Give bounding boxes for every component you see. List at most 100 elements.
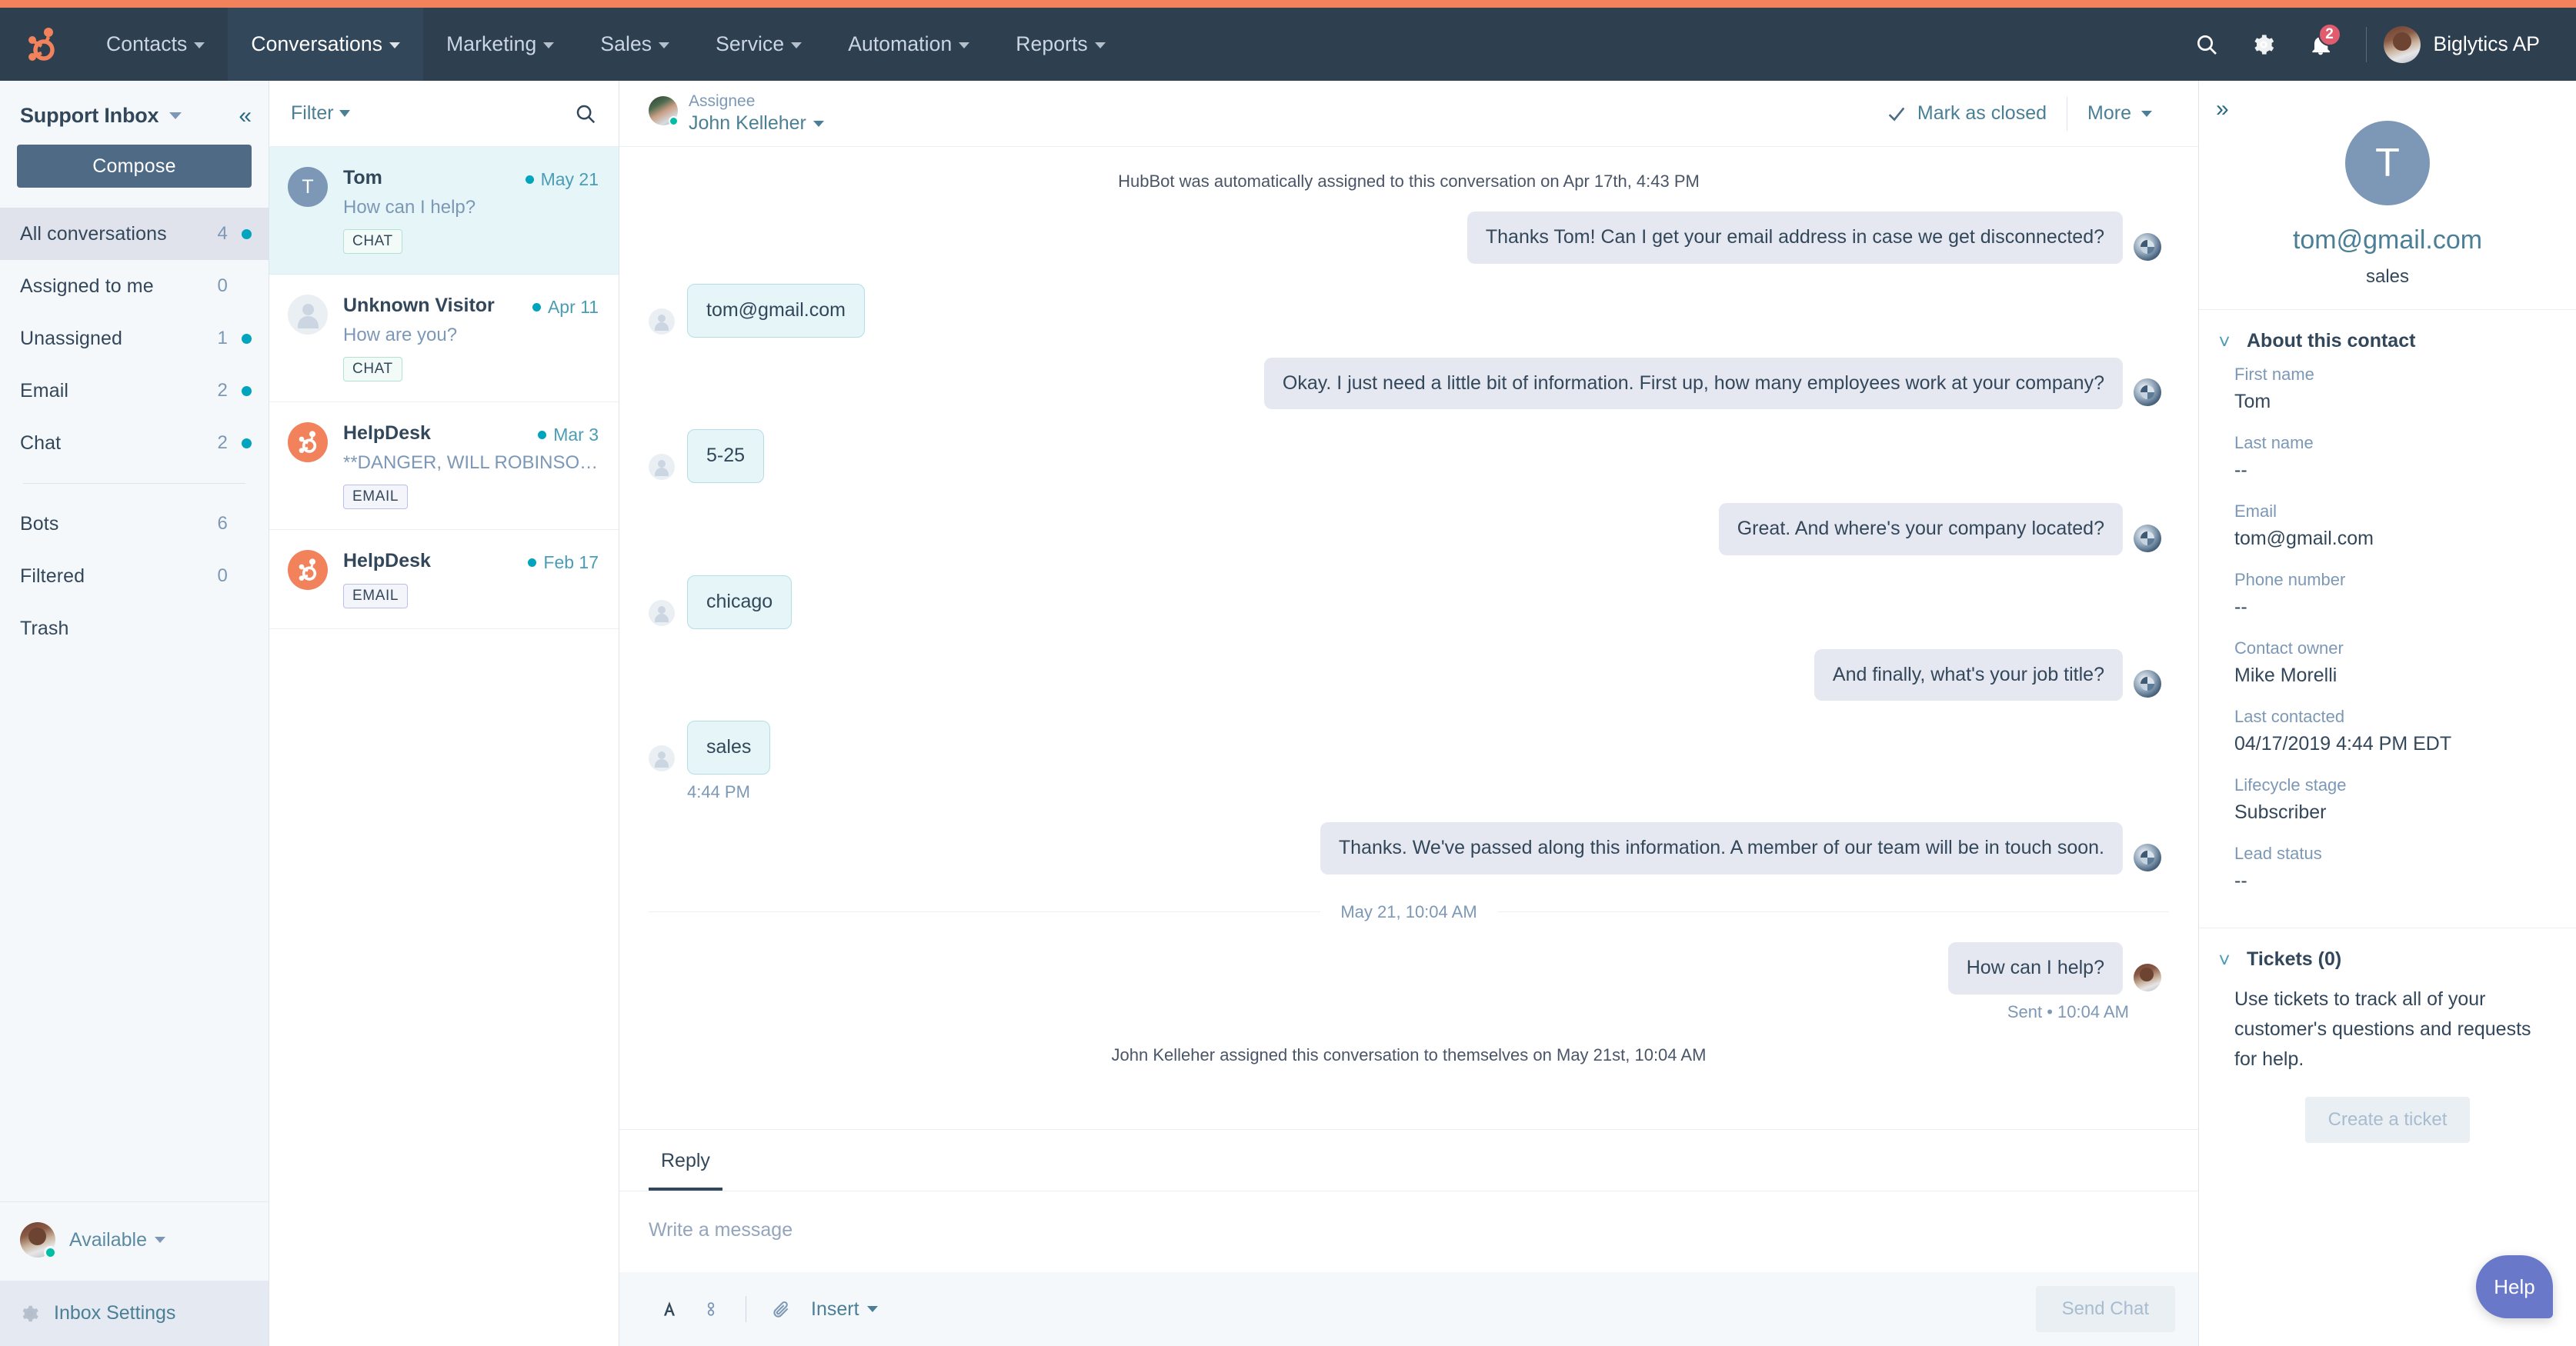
- thread-messages: HubBot was automatically assigned to thi…: [619, 147, 2198, 1129]
- search-icon[interactable]: [574, 102, 597, 125]
- list-item[interactable]: T Tom May 21 How can I help? CHAT: [269, 147, 619, 275]
- field-label: Last name: [2234, 433, 2314, 452]
- assignee-caption: Assignee: [689, 92, 756, 110]
- chevron-down-icon[interactable]: ˅: [2216, 332, 2233, 351]
- hubspot-sprocket-logo-icon: [299, 431, 317, 453]
- insert-dropdown[interactable]: Insert: [802, 1298, 878, 1321]
- sidebar-item-filtered[interactable]: Filtered 0: [0, 550, 269, 602]
- list-item[interactable]: Unknown Visitor Apr 11 How are you? CHAT: [269, 275, 619, 402]
- nav-item-label: Sales: [600, 32, 652, 55]
- assignee-name-wrap[interactable]: John Kelleher: [689, 112, 824, 135]
- create-ticket-button[interactable]: Create a ticket: [2304, 1097, 2471, 1144]
- visitor-avatar: [649, 454, 675, 480]
- conversation-thread-panel: Assignee John Kelleher Mark as closed Mo…: [619, 81, 2199, 1346]
- sidebar-item-email[interactable]: Email 2: [0, 365, 269, 417]
- conversation-list-header: Filter: [269, 81, 619, 147]
- assignee-selector[interactable]: Assignee John Kelleher: [649, 92, 824, 136]
- channel-tag: CHAT: [343, 229, 402, 254]
- field-value[interactable]: Mike Morelli: [2234, 665, 2550, 687]
- bot-avatar: [2134, 232, 2161, 261]
- contact-header: » T tom@gmail.com sales: [2199, 81, 2576, 288]
- account-menu[interactable]: Biglytics AP: [2383, 25, 2547, 63]
- nav-item-contacts[interactable]: Contacts: [83, 8, 228, 81]
- search-icon[interactable]: [2178, 8, 2235, 81]
- nav-item-label: Conversations: [251, 32, 383, 55]
- visitor-avatar: [649, 745, 675, 771]
- nav-item-reports[interactable]: Reports: [993, 8, 1129, 81]
- collapse-sidebar-icon[interactable]: «: [239, 104, 252, 128]
- sidebar-item-chat[interactable]: Chat 2: [0, 417, 269, 469]
- link-icon[interactable]: [690, 1292, 732, 1326]
- mark-as-closed-button[interactable]: Mark as closed: [1866, 102, 2067, 125]
- collapse-panel-icon[interactable]: »: [2216, 98, 2229, 121]
- message-bubble: Thanks. We've passed along this informat…: [1320, 822, 2123, 875]
- compose-button[interactable]: Compose: [17, 145, 252, 188]
- more-label: More: [2087, 102, 2131, 124]
- about-contact-section-header[interactable]: ˅ About this contact: [2199, 310, 2576, 358]
- chevron-down-icon: [2141, 110, 2152, 117]
- inbox-filter-list: All conversations 4 Assigned to me 0 Una…: [0, 205, 269, 655]
- hubspot-sprocket-logo-icon[interactable]: [0, 8, 83, 81]
- visitor-avatar: [649, 599, 675, 626]
- sidebar-item-all-conversations[interactable]: All conversations 4: [0, 208, 269, 260]
- message-row: Okay. I just need a little bit of inform…: [619, 357, 2198, 410]
- tab-reply[interactable]: Reply: [649, 1130, 722, 1191]
- font-color-icon[interactable]: [649, 1292, 690, 1326]
- system-note: HubBot was automatically assigned to thi…: [1118, 172, 1700, 191]
- sidebar-item-bots[interactable]: Bots 6: [0, 498, 269, 550]
- nav-item-sales[interactable]: Sales: [577, 8, 692, 81]
- chevron-down-icon: [194, 42, 205, 48]
- sidebar-item-assigned-to-me[interactable]: Assigned to me 0: [0, 260, 269, 312]
- inbox-settings-link[interactable]: Inbox Settings: [0, 1281, 269, 1346]
- conversation-list-panel: Filter T Tom May 21 How can I help? CHAT…: [269, 81, 619, 1346]
- unread-dot: [525, 175, 534, 184]
- message-input[interactable]: Write a message: [619, 1191, 2198, 1272]
- field-value[interactable]: --: [2234, 596, 2550, 618]
- sidebar-item-count: 1: [217, 328, 228, 348]
- agent-avatar: [2134, 963, 2161, 991]
- field-value[interactable]: tom@gmail.com: [2234, 528, 2550, 550]
- sidebar-item-trash[interactable]: Trash: [0, 602, 269, 655]
- message-row: How can I help?: [619, 941, 2198, 995]
- nav-item-conversations[interactable]: Conversations: [228, 8, 424, 81]
- nav-item-label: Automation: [848, 32, 953, 55]
- contact-email-title[interactable]: tom@gmail.com: [2225, 225, 2550, 255]
- nav-item-service[interactable]: Service: [692, 8, 825, 81]
- chevron-down-icon[interactable]: [169, 112, 182, 119]
- filter-dropdown[interactable]: Filter: [291, 102, 350, 125]
- field-value[interactable]: Subscriber: [2234, 801, 2550, 824]
- field-value[interactable]: --: [2234, 870, 2550, 892]
- bot-avatar: [2134, 843, 2161, 871]
- notification-badge: 2: [2317, 23, 2341, 46]
- list-item[interactable]: HelpDesk Mar 3 **DANGER, WILL ROBINSON!*…: [269, 402, 619, 530]
- field-value[interactable]: 04/17/2019 4:44 PM EDT: [2234, 733, 2550, 755]
- chevron-down-icon: [959, 42, 970, 48]
- nav-item-marketing[interactable]: Marketing: [423, 8, 577, 81]
- sidebar-item-count: 0: [217, 565, 228, 586]
- help-button[interactable]: Help: [2476, 1255, 2553, 1318]
- availability-status[interactable]: Available: [0, 1201, 269, 1281]
- list-item-body: HelpDesk Feb 17 EMAIL: [343, 550, 599, 608]
- send-chat-button[interactable]: Send Chat: [2035, 1286, 2175, 1332]
- gear-icon[interactable]: [2235, 8, 2292, 81]
- tickets-section-header[interactable]: ˅ Tickets (0): [2199, 928, 2576, 977]
- check-icon: [1888, 107, 1905, 121]
- channel-tag: EMAIL: [343, 584, 409, 608]
- field-value[interactable]: --: [2234, 459, 2550, 481]
- chevron-down-icon[interactable]: ˅: [2216, 950, 2233, 970]
- list-item-date-wrap: Mar 3: [538, 425, 599, 445]
- bell-icon[interactable]: 2: [2292, 8, 2349, 81]
- field-value[interactable]: Tom: [2234, 391, 2550, 413]
- list-item[interactable]: HelpDesk Feb 17 EMAIL: [269, 530, 619, 629]
- sidebar-item-label: Email: [20, 379, 69, 401]
- nav-item-automation[interactable]: Automation: [825, 8, 993, 81]
- sidebar-item-unassigned[interactable]: Unassigned 1: [0, 312, 269, 365]
- sidebar-item-label: Bots: [20, 512, 59, 535]
- message-row: 5-25: [619, 429, 2198, 483]
- thread-header: Assignee John Kelleher Mark as closed Mo…: [619, 81, 2198, 147]
- assignee-labels: Assignee John Kelleher: [689, 92, 824, 136]
- more-menu-button[interactable]: More: [2067, 102, 2172, 125]
- paperclip-icon[interactable]: [760, 1292, 802, 1326]
- list-item-date-wrap: Apr 11: [532, 297, 599, 318]
